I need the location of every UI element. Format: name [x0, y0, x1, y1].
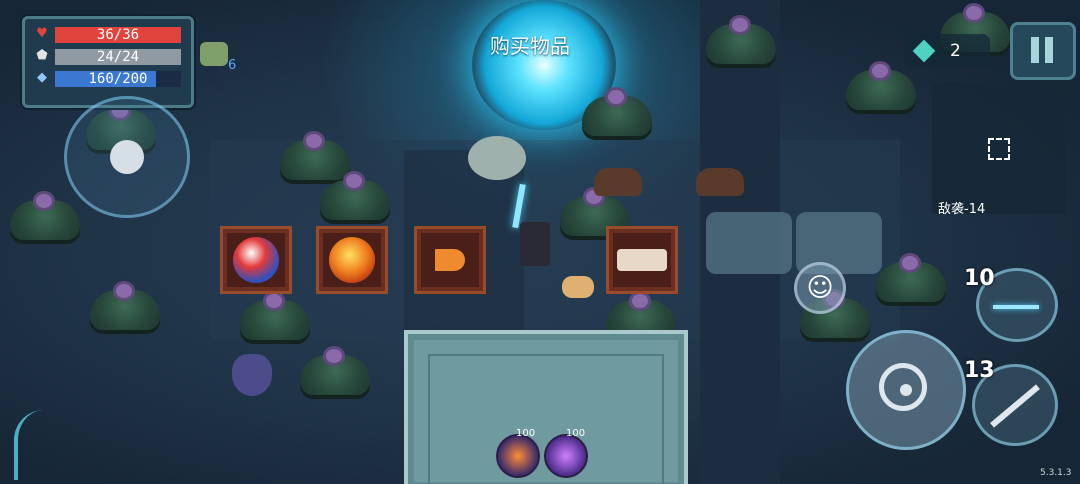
- bush-decoration: [582, 90, 652, 136]
- bush-decoration: [320, 174, 390, 220]
- skull-buff-icon: [200, 42, 228, 66]
- bush-decoration: [240, 294, 310, 340]
- hp-bar: 36/36: [55, 27, 181, 43]
- armor-value: 24/24: [96, 49, 140, 65]
- energy-icon: ◆: [37, 70, 47, 85]
- purple-charm-icon[interactable]: [544, 434, 588, 478]
- minimap[interactable]: 敌袭-14: [932, 82, 1066, 217]
- fire-charm-icon[interactable]: [496, 434, 540, 478]
- rat-enemy: [594, 168, 642, 196]
- wave-label: 敌袭-14: [938, 202, 986, 217]
- shop-pedestal[interactable]: [414, 226, 486, 294]
- weapon-ammo: 10: [964, 266, 995, 291]
- coral-decoration: [14, 410, 78, 480]
- pause-button[interactable]: [1010, 22, 1076, 80]
- bush-decoration: [90, 284, 160, 330]
- bush-decoration: [10, 194, 80, 240]
- version-label: 5.3.1.3: [1040, 468, 1072, 478]
- gem-icon: [912, 39, 936, 63]
- bush-decoration: [280, 134, 350, 180]
- shop-pedestal[interactable]: [606, 226, 678, 294]
- armor-bar: 24/24: [55, 49, 181, 65]
- bush-decoration: [300, 349, 370, 395]
- move-joystick[interactable]: [64, 96, 190, 218]
- carrot-icon: [435, 249, 465, 271]
- red-potion-icon: [233, 237, 279, 283]
- fire-button[interactable]: [846, 330, 966, 450]
- laser-sword-icon: [993, 305, 1039, 309]
- consumable-count: 100: [566, 428, 586, 439]
- game-scene: 购买物品 ♥ 36/36 ⬟ 24/24 ◆ 160/200 6 2 敌袭-14…: [0, 0, 1080, 484]
- hp-value: 36/36: [96, 27, 140, 43]
- bush-decoration: [846, 64, 916, 110]
- shop-pedestal[interactable]: [220, 226, 292, 294]
- meat-tray-icon: [617, 249, 667, 271]
- player-character: [520, 222, 550, 266]
- joystick-knob[interactable]: [110, 140, 144, 174]
- shop-title: 购买物品: [490, 34, 570, 58]
- crystal-statue[interactable]: [706, 212, 792, 274]
- blade-icon: [990, 384, 1040, 428]
- skull-rock: [468, 136, 526, 180]
- consumable-count: 100: [516, 428, 536, 439]
- bush-decoration: [706, 18, 776, 64]
- rat-enemy: [696, 168, 744, 196]
- crosshair-dot: [900, 384, 912, 396]
- shield-icon: ⬟: [36, 48, 48, 63]
- blade-ammo: 13: [964, 358, 995, 383]
- clay-pot[interactable]: [232, 354, 272, 396]
- pet-dog: [562, 276, 594, 298]
- gem-count: 2: [950, 41, 961, 61]
- gem-counter: 2: [904, 34, 990, 68]
- orange-potion-icon: [329, 237, 375, 283]
- energy-bar: 160/200: [55, 71, 181, 87]
- bush-decoration: [876, 256, 946, 302]
- buff-count: 6: [228, 58, 237, 73]
- smile-icon[interactable]: ☺: [794, 262, 846, 314]
- expand-icon[interactable]: [988, 138, 1010, 160]
- stats-panel: ♥ 36/36 ⬟ 24/24 ◆ 160/200: [22, 16, 194, 108]
- shop-pedestal[interactable]: [316, 226, 388, 294]
- energy-value: 160/200: [88, 71, 148, 87]
- heart-icon: ♥: [36, 26, 48, 41]
